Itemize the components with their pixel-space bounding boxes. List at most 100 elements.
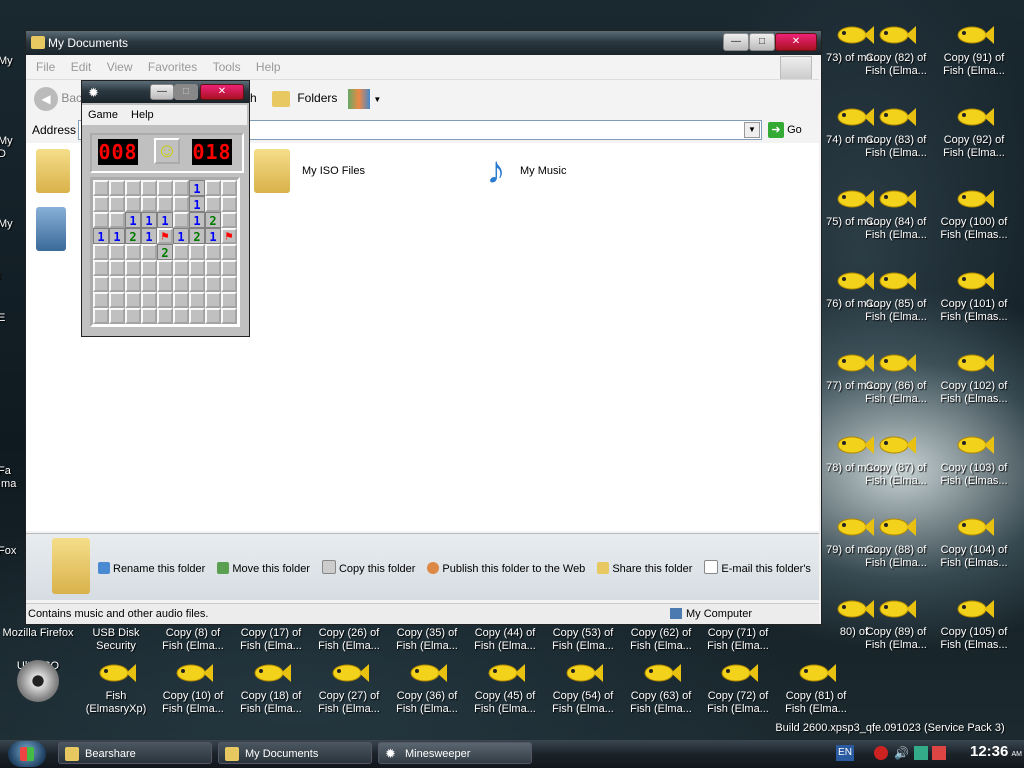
desktop-icon-label[interactable]: E [0, 312, 22, 325]
revealed-cell[interactable]: 1 [141, 212, 157, 228]
unrevealed-cell[interactable] [221, 276, 237, 292]
unrevealed-cell[interactable] [189, 308, 205, 324]
unrevealed-cell[interactable] [93, 276, 109, 292]
unrevealed-cell[interactable] [125, 180, 141, 196]
minimize-button[interactable]: — [150, 84, 174, 100]
address-dropdown-button[interactable]: ▼ [744, 122, 760, 138]
revealed-cell[interactable]: 1 [189, 180, 205, 196]
desktop-icon[interactable]: Copy (54) of Fish (Elma... [545, 660, 621, 716]
desktop-icon-label[interactable]: Fa Ima [0, 465, 22, 491]
go-button[interactable]: ➜ Go [768, 121, 802, 139]
close-button[interactable]: ✕ [775, 33, 817, 51]
revealed-cell[interactable]: 1 [173, 228, 189, 244]
menu-view[interactable]: View [101, 57, 139, 77]
copy-folder-link[interactable]: Copy this folder [321, 560, 415, 575]
unrevealed-cell[interactable] [93, 212, 109, 228]
email-folder-link[interactable]: E-mail this folder's [704, 560, 811, 575]
unrevealed-cell[interactable] [125, 244, 141, 260]
antivirus-icon[interactable] [932, 746, 946, 760]
revealed-cell[interactable]: 1 [141, 228, 157, 244]
folder-item[interactable]: My ISO Files [252, 149, 452, 199]
desktop-icon-label[interactable]: I [0, 270, 22, 283]
unrevealed-cell[interactable] [173, 180, 189, 196]
desktop-icon-label[interactable]: My D [0, 135, 22, 161]
language-indicator[interactable]: EN [836, 745, 854, 761]
desktop-icon[interactable]: Copy (36) of Fish (Elma... [389, 660, 465, 716]
unrevealed-cell[interactable] [189, 244, 205, 260]
desktop-icon[interactable]: Copy (62) of Fish (Elma... [623, 627, 699, 653]
menu-edit[interactable]: Edit [65, 57, 98, 77]
flag-icon[interactable]: ⚑ [221, 228, 237, 244]
menu-game[interactable]: Game [88, 109, 118, 121]
unrevealed-cell[interactable] [189, 260, 205, 276]
unrevealed-cell[interactable] [189, 292, 205, 308]
unrevealed-cell[interactable] [125, 276, 141, 292]
unrevealed-cell[interactable] [125, 260, 141, 276]
revealed-cell[interactable]: 1 [205, 228, 221, 244]
desktop-icon[interactable]: Copy (81) of Fish (Elma... [778, 660, 854, 716]
revealed-cell[interactable]: 1 [189, 196, 205, 212]
desktop-icon[interactable]: Copy (63) of Fish (Elma... [623, 660, 699, 716]
unrevealed-cell[interactable] [173, 292, 189, 308]
unrevealed-cell[interactable] [141, 196, 157, 212]
minesweeper-titlebar[interactable]: ✹ — □ ✕ [82, 81, 249, 103]
desktop-icon[interactable]: Copy (8) of Fish (Elma... [155, 627, 231, 653]
desktop-icon[interactable]: Copy (85) of Fish (Elma... [858, 268, 934, 324]
menu-help[interactable]: Help [250, 57, 287, 77]
desktop-icon[interactable]: Copy (72) of Fish (Elma... [700, 660, 776, 716]
back-button[interactable]: ◀ Back [34, 84, 88, 112]
unrevealed-cell[interactable] [109, 292, 125, 308]
desktop-icon-label[interactable]: My [0, 55, 22, 68]
revealed-cell[interactable]: 2 [189, 228, 205, 244]
unrevealed-cell[interactable] [125, 196, 141, 212]
share-folder-link[interactable]: Share this folder [597, 562, 692, 575]
unrevealed-cell[interactable] [141, 292, 157, 308]
unrevealed-cell[interactable] [93, 292, 109, 308]
unrevealed-cell[interactable] [157, 292, 173, 308]
desktop-icon[interactable]: Fish (ElmasryXp) [78, 660, 154, 716]
unrevealed-cell[interactable] [109, 196, 125, 212]
unrevealed-cell[interactable] [141, 276, 157, 292]
unrevealed-cell[interactable] [173, 196, 189, 212]
desktop-icon[interactable]: Copy (35) of Fish (Elma... [389, 627, 465, 653]
unrevealed-cell[interactable] [173, 260, 189, 276]
unrevealed-cell[interactable] [157, 260, 173, 276]
desktop-icon[interactable]: Mozilla Firefox [0, 627, 76, 640]
unrevealed-cell[interactable] [157, 180, 173, 196]
unrevealed-cell[interactable] [221, 308, 237, 324]
desktop-icon[interactable]: Copy (86) of Fish (Elma... [858, 350, 934, 406]
move-folder-link[interactable]: Move this folder [217, 562, 310, 575]
menu-tools[interactable]: Tools [207, 57, 247, 77]
unrevealed-cell[interactable] [141, 180, 157, 196]
menu-help[interactable]: Help [131, 109, 154, 121]
desktop-icon[interactable]: Copy (27) of Fish (Elma... [311, 660, 387, 716]
unrevealed-cell[interactable] [205, 308, 221, 324]
menu-file[interactable]: File [30, 57, 61, 77]
desktop-icon[interactable]: Copy (45) of Fish (Elma... [467, 660, 543, 716]
security-icon[interactable] [874, 746, 888, 760]
taskbar-button-minesweeper[interactable]: ✹ Minesweeper [378, 742, 532, 764]
desktop-icon[interactable]: Copy (92) of Fish (Elma... [936, 104, 1012, 160]
unrevealed-cell[interactable] [109, 308, 125, 324]
unrevealed-cell[interactable] [109, 260, 125, 276]
unrevealed-cell[interactable] [125, 292, 141, 308]
desktop-icon[interactable]: Copy (104) of Fish (Elmas... [936, 514, 1012, 570]
desktop-icon[interactable]: Copy (17) of Fish (Elma... [233, 627, 309, 653]
unrevealed-cell[interactable] [221, 244, 237, 260]
unrevealed-cell[interactable] [221, 180, 237, 196]
volume-icon[interactable]: 🔊 [894, 746, 909, 760]
explorer-titlebar[interactable]: My Documents — □ ✕ [26, 31, 821, 55]
desktop-icon[interactable]: Copy (103) of Fish (Elmas... [936, 432, 1012, 488]
unrevealed-cell[interactable] [125, 308, 141, 324]
unrevealed-cell[interactable] [221, 260, 237, 276]
views-button[interactable]: ▼ [348, 84, 381, 112]
unrevealed-cell[interactable] [173, 244, 189, 260]
network-icon[interactable] [914, 746, 928, 760]
unrevealed-cell[interactable] [157, 308, 173, 324]
desktop-icon[interactable]: Copy (84) of Fish (Elma... [858, 186, 934, 242]
revealed-cell[interactable]: 1 [125, 212, 141, 228]
revealed-cell[interactable]: 2 [157, 244, 173, 260]
desktop-icon[interactable]: Copy (101) of Fish (Elmas... [936, 268, 1012, 324]
unrevealed-cell[interactable] [157, 196, 173, 212]
taskbar-button-my-documents[interactable]: My Documents [218, 742, 372, 764]
